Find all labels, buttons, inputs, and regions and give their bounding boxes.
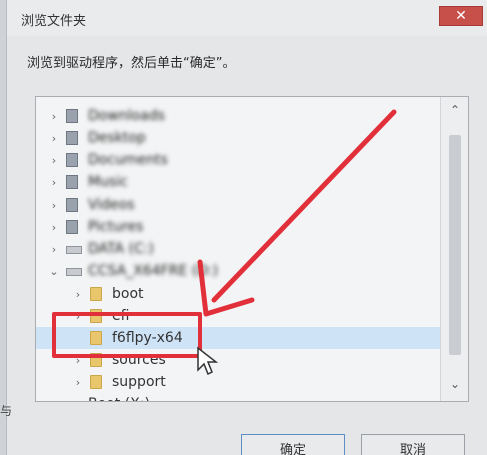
vertical-scrollbar[interactable]: ⌃ ⌄ — [440, 97, 468, 401]
tree-item[interactable]: › Desktop — [36, 127, 442, 149]
download-folder-icon — [66, 109, 78, 123]
tree-item-label: support — [112, 374, 166, 390]
desktop-folder-icon — [66, 131, 78, 145]
tree-item[interactable]: › Videos — [36, 194, 442, 216]
chevron-right-icon[interactable]: › — [48, 238, 60, 260]
tree-item[interactable]: › Downloads — [36, 105, 442, 127]
scroll-down-button[interactable]: ⌄ — [441, 373, 468, 395]
documents-folder-icon — [66, 153, 78, 167]
folder-icon — [90, 287, 102, 301]
chevron-up-icon: ⌃ — [449, 103, 461, 117]
chevron-right-icon[interactable]: › — [48, 216, 60, 238]
ok-button-label: 确定 — [279, 442, 306, 455]
mouse-pointer-icon — [197, 346, 219, 376]
tree-item-label: Desktop — [88, 130, 146, 146]
annotation-highlight-box — [52, 312, 202, 358]
close-icon: ✕ — [455, 8, 467, 24]
tree-item-label: CCSA_X64FRE (D:) — [88, 263, 219, 279]
tree-item-label: boot — [112, 286, 144, 302]
tree-item-label: DATA (C:) — [88, 241, 154, 257]
chevron-right-icon[interactable]: › — [48, 127, 60, 149]
drive-icon — [66, 246, 82, 254]
chevron-right-icon[interactable]: › — [48, 149, 60, 171]
tree-item[interactable]: ⌄ CCSA_X64FRE (D:) — [36, 260, 442, 282]
folder-icon — [90, 375, 102, 389]
chevron-right-icon[interactable]: › — [72, 283, 84, 305]
chevron-down-icon[interactable]: ⌄ — [48, 260, 60, 282]
drive-icon — [66, 268, 82, 276]
close-button[interactable]: ✕ — [439, 6, 483, 26]
browse-folder-dialog: 浏览文件夹 ✕ 浏览到驱动程序，然后单击“确定”。 › Downloads › Des… — [6, 0, 487, 455]
tree-item-label: Boot (X:) — [88, 396, 150, 401]
scroll-up-button[interactable]: ⌃ — [441, 99, 468, 121]
music-folder-icon — [66, 175, 78, 189]
chevron-right-icon[interactable]: › — [48, 194, 60, 216]
tree-item[interactable]: › Boot (X:) — [36, 393, 442, 402]
tree-item-label: Videos — [88, 197, 135, 213]
tree-item-label: Music — [88, 174, 128, 190]
tree-item[interactable]: › Music — [36, 171, 442, 193]
tree-item[interactable]: › Documents — [36, 149, 442, 171]
cancel-button[interactable]: 取消 — [361, 434, 465, 455]
dialog-title: 浏览文件夹 — [21, 14, 87, 29]
chevron-right-icon[interactable]: › — [48, 393, 60, 402]
tree-item-label: Documents — [88, 152, 168, 168]
tree-item[interactable]: › boot — [36, 283, 442, 305]
tree-item[interactable]: › Pictures — [36, 216, 442, 238]
pictures-folder-icon — [66, 220, 78, 234]
chevron-right-icon[interactable]: › — [72, 371, 84, 393]
chevron-right-icon[interactable]: › — [48, 105, 60, 127]
scrollbar-thumb[interactable] — [449, 135, 461, 355]
tree-item[interactable]: › support — [36, 371, 442, 393]
chevron-down-icon: ⌄ — [449, 377, 461, 391]
chevron-right-icon[interactable]: › — [48, 171, 60, 193]
videos-folder-icon — [66, 198, 78, 212]
tree-item-label: Downloads — [88, 108, 165, 124]
drive-icon — [66, 401, 82, 402]
tree-item-label: Pictures — [88, 219, 144, 235]
ok-button[interactable]: 确定 — [241, 434, 345, 455]
instruction-text: 浏览到驱动程序，然后单击“确定”。 — [27, 56, 236, 71]
background-text: 与 — [0, 404, 13, 418]
tree-item[interactable]: › DATA (C:) — [36, 238, 442, 260]
cancel-button-label: 取消 — [399, 442, 426, 455]
title-bar: 浏览文件夹 ✕ — [7, 0, 487, 36]
